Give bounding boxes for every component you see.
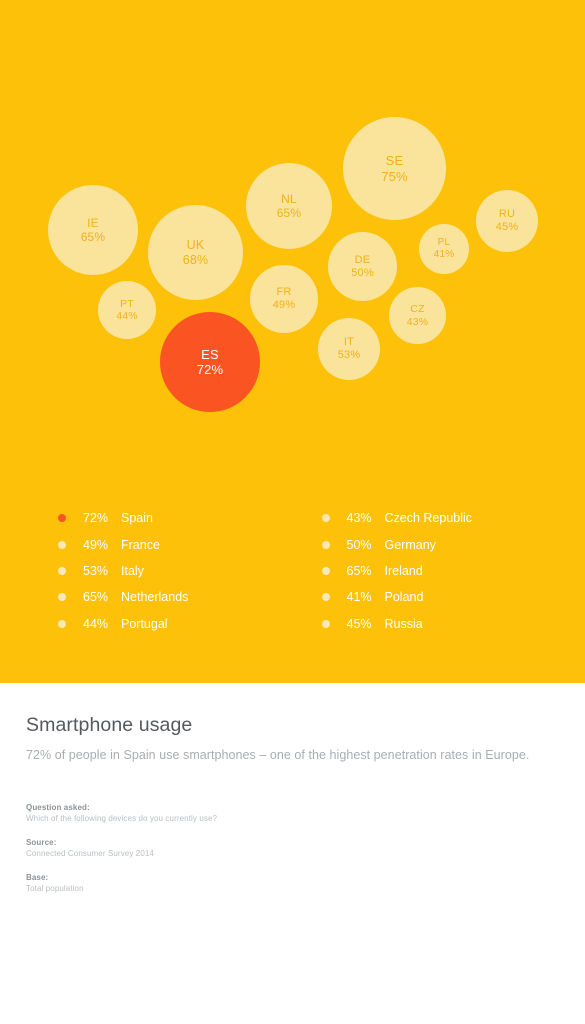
legend-country-name: Italy bbox=[121, 563, 144, 578]
legend-dot-icon bbox=[58, 514, 66, 523]
bubble-nl[interactable]: NL 65% bbox=[246, 163, 332, 249]
bubble-chart: IE 65% UK 68% PT 44% ES 72% NL 65% FR 49% SE 75% DE 50%… bbox=[0, 0, 585, 500]
legend-dot-icon bbox=[58, 540, 66, 549]
bubble-es[interactable]: ES 72% bbox=[160, 312, 260, 412]
legend-item-germany[interactable]: 50% Germany bbox=[321, 531, 585, 557]
legend-item-netherlands[interactable]: 65% Netherlands bbox=[58, 584, 322, 610]
legend-percent: 53% bbox=[83, 563, 109, 578]
legend-country-name: Czech Republic bbox=[384, 511, 473, 526]
legend-item-russia[interactable]: 45% Russia bbox=[321, 611, 585, 637]
legend-percent: 45% bbox=[346, 616, 372, 631]
bubble-pl[interactable]: PL 41% bbox=[419, 224, 469, 274]
bubble-fr[interactable]: FR 49% bbox=[250, 265, 318, 333]
bubble-value: 49% bbox=[272, 299, 296, 311]
bubble-country-code: ES bbox=[201, 346, 219, 362]
metadata-group: Source: Connected Consumer Survey 2014 bbox=[26, 838, 446, 858]
metadata-value: Total population bbox=[26, 884, 84, 893]
legend-item-ireland[interactable]: 65% Ireland bbox=[321, 558, 585, 584]
metadata-group: Base: Total population bbox=[26, 873, 446, 893]
page-title: Smartphone usage bbox=[26, 714, 193, 736]
bubble-value: 44% bbox=[116, 310, 138, 322]
legend-dot-icon bbox=[321, 566, 330, 575]
metadata-value: Connected Consumer Survey 2014 bbox=[26, 849, 154, 858]
bubble-value: 65% bbox=[276, 206, 302, 220]
legend-country-name: France bbox=[121, 537, 160, 552]
legend-column-left: 72% Spain 49% France 53% Italy 65% Netherlands 4… bbox=[58, 505, 322, 655]
metadata-value: Which of the following devices do you cu… bbox=[26, 814, 218, 823]
page-subtitle: 72% of people in Spain use smartphones –… bbox=[26, 748, 530, 762]
legend: 72% Spain 49% France 53% Italy 65% Netherlands 4… bbox=[0, 505, 585, 655]
metadata-label: Base: bbox=[26, 873, 49, 882]
legend-country-name: Netherlands bbox=[121, 590, 189, 605]
bubble-country-code: SE bbox=[385, 153, 404, 169]
bubble-country-code: UK bbox=[186, 237, 205, 252]
legend-percent: 50% bbox=[346, 537, 372, 552]
bubble-pt[interactable]: PT 44% bbox=[98, 281, 156, 339]
bubble-value: 72% bbox=[196, 362, 224, 377]
legend-dot-icon bbox=[58, 566, 66, 575]
bubble-value: 65% bbox=[80, 230, 106, 244]
legend-item-france[interactable]: 49% France bbox=[58, 531, 322, 557]
bubble-country-code: DE bbox=[354, 253, 371, 266]
bubble-country-code: IE bbox=[87, 215, 99, 230]
bubble-country-code: NL bbox=[281, 191, 297, 206]
metadata-block: Question asked: Which of the following de… bbox=[26, 803, 446, 893]
legend-country-name: Portugal bbox=[121, 616, 168, 631]
legend-item-portugal[interactable]: 44% Portugal bbox=[58, 611, 322, 637]
legend-percent: 44% bbox=[83, 616, 109, 631]
legend-percent: 65% bbox=[346, 563, 372, 578]
bubble-value: 75% bbox=[381, 168, 408, 184]
legend-item-czech-republic[interactable]: 43% Czech Republic bbox=[321, 505, 585, 531]
legend-dot-icon bbox=[58, 593, 66, 602]
legend-dot-icon bbox=[321, 540, 330, 549]
bubble-value: 41% bbox=[433, 249, 455, 260]
bubble-country-code: IT bbox=[343, 336, 355, 349]
legend-country-name: Poland bbox=[384, 590, 424, 605]
legend-country-name: Ireland bbox=[384, 563, 423, 578]
bubble-value: 53% bbox=[337, 349, 361, 361]
legend-country-name: Spain bbox=[121, 511, 153, 526]
bubble-ie[interactable]: IE 65% bbox=[48, 185, 138, 275]
legend-column-right: 43% Czech Republic 50% Germany 65% Ireland 41%… bbox=[321, 505, 585, 655]
legend-percent: 72% bbox=[83, 511, 109, 526]
metadata-label: Source: bbox=[26, 838, 57, 847]
bubble-se[interactable]: SE 75% bbox=[343, 117, 446, 220]
bubble-de[interactable]: DE 50% bbox=[328, 232, 397, 301]
bubble-value: 68% bbox=[182, 252, 209, 267]
legend-country-name: Russia bbox=[384, 616, 423, 631]
description-panel: Smartphone usage 72% of people in Spain … bbox=[0, 683, 585, 1024]
legend-percent: 41% bbox=[346, 590, 372, 605]
bubble-uk[interactable]: UK 68% bbox=[148, 205, 243, 300]
legend-percent: 49% bbox=[83, 537, 109, 552]
bubble-value: 50% bbox=[351, 266, 374, 279]
legend-dot-icon bbox=[321, 619, 330, 628]
legend-dot-icon bbox=[58, 619, 66, 628]
legend-dot-icon bbox=[321, 514, 330, 523]
legend-country-name: Germany bbox=[384, 537, 436, 552]
legend-percent: 65% bbox=[83, 590, 109, 605]
bubble-country-code: PT bbox=[120, 297, 134, 310]
bubble-value: 43% bbox=[406, 315, 429, 328]
metadata-label: Question asked: bbox=[26, 803, 90, 812]
bubble-country-code: RU bbox=[498, 208, 516, 221]
bubble-cz[interactable]: CZ 43% bbox=[389, 287, 446, 344]
bubble-country-code: CZ bbox=[410, 303, 425, 316]
bubble-it[interactable]: IT 53% bbox=[318, 318, 380, 380]
bubble-country-code: PL bbox=[437, 237, 451, 249]
legend-item-italy[interactable]: 53% Italy bbox=[58, 558, 322, 584]
metadata-group: Question asked: Which of the following de… bbox=[26, 803, 446, 823]
legend-item-poland[interactable]: 41% Poland bbox=[321, 584, 585, 610]
legend-percent: 43% bbox=[346, 511, 372, 526]
legend-dot-icon bbox=[321, 593, 330, 602]
bubble-value: 45% bbox=[495, 221, 519, 233]
bubble-country-code: FR bbox=[276, 286, 292, 299]
bubble-ru[interactable]: RU 45% bbox=[476, 190, 538, 252]
legend-item-spain[interactable]: 72% Spain bbox=[58, 505, 322, 531]
